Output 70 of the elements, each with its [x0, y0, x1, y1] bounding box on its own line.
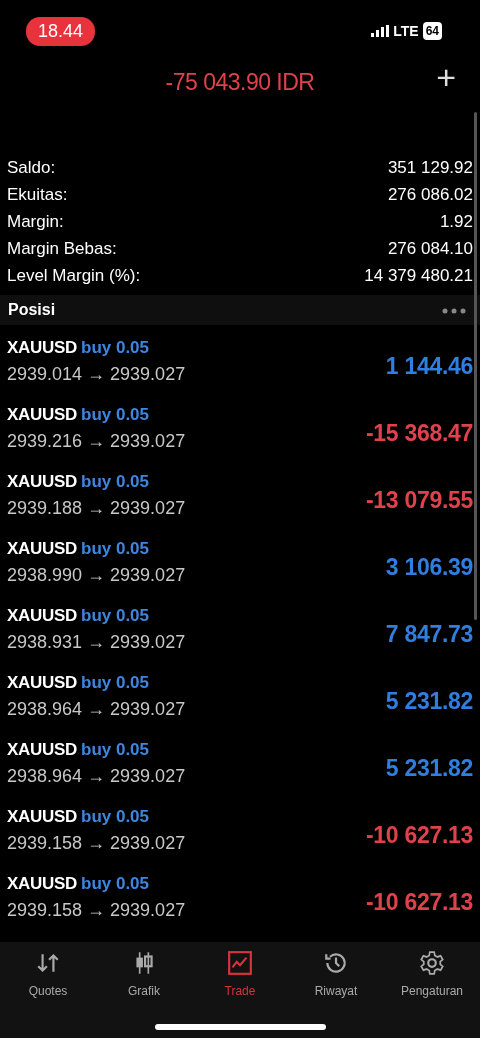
clock-time: 18.44	[26, 16, 96, 46]
position-prices: 2939.188 → 2939.027	[7, 496, 186, 520]
summary-value: 1.92	[439, 211, 473, 233]
position-symbol: XAUUSD	[7, 672, 77, 695]
summary-label: Saldo:	[7, 157, 56, 179]
position-profit: -10 627.13	[366, 888, 473, 918]
summary-label: Margin Bebas:	[7, 238, 117, 260]
position-type: buy 0.05	[81, 337, 150, 360]
position-prices: 2939.158 → 2939.027	[7, 831, 186, 855]
position-profit: -15 368.47	[366, 419, 473, 449]
settings-icon	[419, 950, 445, 976]
position-type: buy 0.05	[81, 739, 150, 762]
summary-label: Ekuitas:	[7, 184, 68, 206]
summary-label: Margin:	[7, 211, 64, 233]
position-row[interactable]: XAUUSD buy 0.05 2939.216 → 2939.027 -15 368.47	[0, 392, 480, 459]
position-symbol: XAUUSD	[7, 605, 77, 628]
tab-item[interactable]: Grafik	[96, 942, 192, 1000]
summary-value: 276 086.02	[387, 184, 473, 206]
tab-item[interactable]: Quotes	[0, 942, 96, 1000]
position-prices: 2938.964 → 2939.027	[7, 697, 186, 721]
position-row[interactable]: XAUUSD buy 0.05 2939.188 → 2939.027 -13 079.55	[0, 459, 480, 526]
position-symbol: XAUUSD	[7, 538, 77, 561]
position-symbol: XAUUSD	[7, 404, 77, 427]
tab-item[interactable]: Pengaturan	[384, 942, 480, 1000]
battery-level: 64	[422, 22, 442, 40]
position-type: buy 0.05	[81, 471, 150, 494]
position-type: buy 0.05	[81, 404, 150, 427]
position-profit: 1 144.46	[385, 352, 473, 382]
position-profit: 7 847.73	[385, 620, 473, 650]
tab-item[interactable]: Riwayat	[288, 942, 384, 1000]
position-type: buy 0.05	[81, 672, 150, 695]
signal-icon	[371, 25, 390, 37]
position-prices: 2939.158 → 2939.027	[7, 898, 186, 922]
position-prices: 2939.216 → 2939.027	[7, 429, 186, 453]
history-icon	[323, 950, 349, 976]
position-prices: 2938.990 → 2939.027	[7, 563, 186, 587]
position-profit: 3 106.39	[385, 553, 473, 583]
position-prices: 2939.014 → 2939.027	[7, 362, 186, 386]
position-symbol: XAUUSD	[7, 337, 77, 360]
position-symbol: XAUUSD	[7, 873, 77, 896]
section-title: Posisi	[8, 300, 56, 320]
tab-item[interactable]: Trade	[192, 942, 288, 1000]
account-profit: -75 043.90 IDR	[165, 67, 315, 97]
summary-value: 351 129.92	[387, 157, 473, 179]
position-row[interactable]: XAUUSD buy 0.05 2939.158 → 2939.027 -10 627.13	[0, 794, 480, 861]
position-profit: -10 627.13	[366, 821, 473, 851]
position-profit: -13 079.55	[366, 486, 473, 516]
position-type: buy 0.05	[81, 605, 150, 628]
position-row[interactable]: XAUUSD buy 0.05 2939.014 → 2939.027 1 144.46	[0, 325, 480, 392]
position-row[interactable]: XAUUSD buy 0.05 2938.931 → 2939.027 7 847.73	[0, 593, 480, 660]
summary-label: Level Margin (%):	[7, 265, 141, 287]
position-row[interactable]: XAUUSD buy 0.05 2938.990 → 2939.027 3 106.39	[0, 526, 480, 593]
position-row[interactable]: XAUUSD buy 0.05 2938.964 → 2939.027 5 231.82	[0, 727, 480, 794]
position-type: buy 0.05	[81, 873, 150, 896]
position-type: buy 0.05	[81, 538, 150, 561]
position-symbol: XAUUSD	[7, 806, 77, 829]
position-row[interactable]: XAUUSD buy 0.05 2938.964 → 2939.027 5 231.82	[0, 660, 480, 727]
line-chart-icon	[227, 950, 253, 976]
network-label: LTE	[393, 21, 419, 41]
position-prices: 2938.931 → 2939.027	[7, 630, 186, 654]
position-symbol: XAUUSD	[7, 471, 77, 494]
position-row[interactable]: XAUUSD buy 0.05 2939.158 → 2939.027 -10 627.13	[0, 861, 480, 928]
summary-value: 14 379 480.21	[364, 265, 473, 287]
position-symbol: XAUUSD	[7, 739, 77, 762]
position-profit: 5 231.82	[385, 687, 473, 717]
position-prices: 2938.964 → 2939.027	[7, 764, 186, 788]
position-type: buy 0.05	[81, 806, 150, 829]
add-button[interactable]: +	[436, 60, 456, 94]
summary-value: 276 084.10	[387, 238, 473, 260]
position-profit: 5 231.82	[385, 754, 473, 784]
